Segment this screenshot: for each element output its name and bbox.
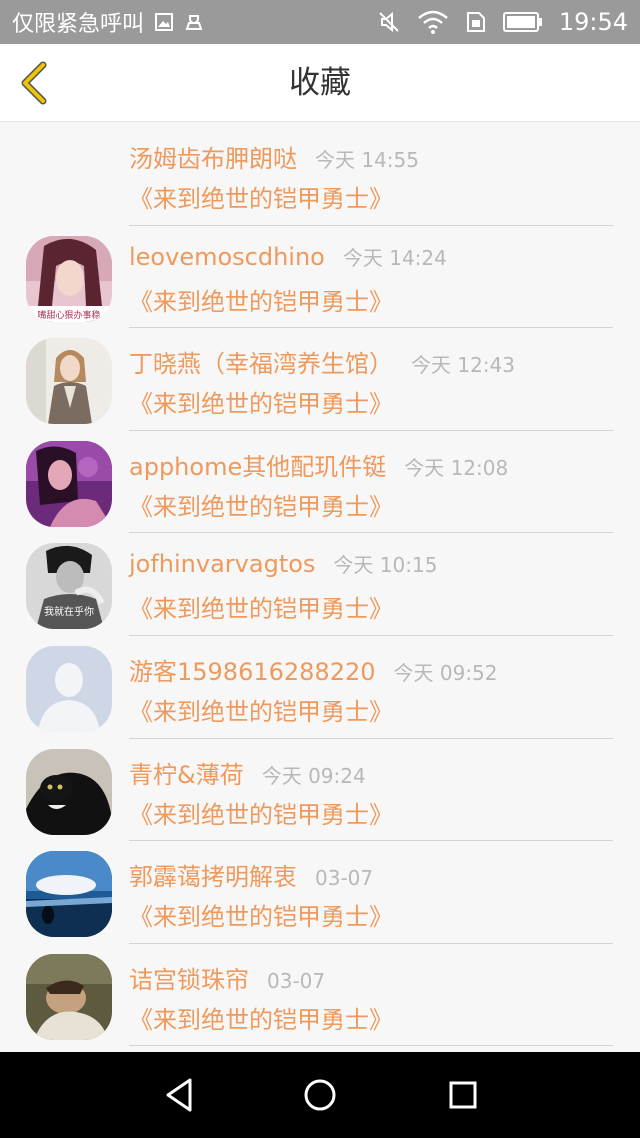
avatar[interactable] bbox=[26, 338, 112, 425]
favorite-title: 《来到绝世的铠甲勇士》 bbox=[129, 697, 393, 726]
list-item[interactable]: apphome其他配玑件铤 今天 12:08 《来到绝世的铠甲勇士》 bbox=[0, 431, 640, 534]
timestamp: 今天 10:15 bbox=[333, 553, 438, 578]
page-title: 收藏 bbox=[289, 65, 351, 101]
favorite-title: 《来到绝世的铠甲勇士》 bbox=[129, 287, 393, 316]
mute-icon bbox=[377, 10, 401, 34]
avatar-caption: 嘴甜心狠办事稳 bbox=[37, 309, 100, 321]
nav-home-button[interactable] bbox=[297, 1072, 343, 1118]
timestamp: 03-07 bbox=[267, 968, 326, 993]
default-user-icon bbox=[26, 645, 112, 732]
user-name: 汤姆齿布胛朗哒 bbox=[129, 145, 297, 173]
list-item[interactable]: 汤姆齿布胛朗哒 今天 14:55 《来到绝世的铠甲勇士》 bbox=[0, 123, 640, 226]
list-item[interactable]: 我就在乎你 jofhinvarvagtos 今天 10:15 《来到绝世的铠甲勇… bbox=[0, 533, 640, 636]
user-name: 丁晓燕（幸福湾养生馆） bbox=[129, 350, 393, 379]
nav-back-button[interactable] bbox=[156, 1072, 202, 1118]
avatar[interactable] bbox=[26, 851, 112, 938]
avatar[interactable] bbox=[26, 748, 112, 835]
list-item[interactable]: 郭霹蔼拷明解衷 03-07 《来到绝世的铠甲勇士》 bbox=[0, 841, 640, 944]
favorite-title: 《来到绝世的铠甲勇士》 bbox=[129, 595, 393, 624]
favorite-title: 《来到绝世的铠甲勇士》 bbox=[129, 1005, 393, 1034]
app-screen: 仅限紧急呼叫 19:54 收藏 汤姆齿布胛朗哒 今天 14:55 《来到绝世的铠… bbox=[0, 0, 640, 1138]
avatar[interactable] bbox=[26, 440, 112, 527]
timestamp: 03-07 bbox=[315, 866, 374, 891]
list-item[interactable]: 丁晓燕（幸福湾养生馆） 今天 12:43 《来到绝世的铠甲勇士》 bbox=[0, 328, 640, 431]
avatar[interactable] bbox=[26, 645, 112, 732]
recents-square-icon bbox=[449, 1081, 477, 1109]
home-circle-icon bbox=[304, 1079, 336, 1111]
user-name: 诘宫锁珠帘 bbox=[129, 965, 249, 994]
nav-recents-button[interactable] bbox=[440, 1072, 486, 1118]
alarm-icon bbox=[184, 12, 204, 32]
favorite-title: 《来到绝世的铠甲勇士》 bbox=[129, 185, 393, 213]
avatar[interactable]: 嘴甜心狠办事稳 bbox=[26, 235, 112, 322]
favorite-title: 《来到绝世的铠甲勇士》 bbox=[129, 492, 393, 521]
list-item[interactable]: 诘宫锁珠帘 03-07 《来到绝世的铠甲勇士》 bbox=[0, 944, 640, 1047]
timestamp: 今天 12:08 bbox=[404, 455, 509, 480]
favorite-title: 《来到绝世的铠甲勇士》 bbox=[129, 903, 393, 932]
favorite-title: 《来到绝世的铠甲勇士》 bbox=[129, 800, 393, 829]
battery-icon bbox=[502, 11, 543, 33]
wifi-icon bbox=[417, 10, 449, 34]
carrier-text: 仅限紧急呼叫 bbox=[12, 12, 145, 37]
timestamp: 今天 14:24 bbox=[342, 245, 447, 270]
user-name: 郭霹蔼拷明解衷 bbox=[129, 863, 297, 892]
title-bar: 收藏 bbox=[0, 44, 640, 122]
user-name: apphome其他配玑件铤 bbox=[129, 452, 387, 481]
timestamp: 今天 14:55 bbox=[315, 148, 419, 172]
favorites-list: 汤姆齿布胛朗哒 今天 14:55 《来到绝世的铠甲勇士》 嘴甜心狠办事稳 leo… bbox=[0, 123, 640, 1052]
list-item[interactable]: 青柠&薄荷 今天 09:24 《来到绝世的铠甲勇士》 bbox=[0, 739, 640, 842]
avatar[interactable] bbox=[26, 953, 112, 1040]
timestamp: 今天 09:52 bbox=[393, 660, 498, 685]
status-time: 19:54 bbox=[558, 8, 628, 36]
user-name: jofhinvarvagtos bbox=[129, 550, 316, 579]
user-name: 青柠&薄荷 bbox=[129, 760, 244, 789]
list-item[interactable]: 嘴甜心狠办事稳 leovemoscdhino 今天 14:24 《来到绝世的铠甲… bbox=[0, 226, 640, 329]
timestamp: 今天 09:24 bbox=[261, 763, 366, 788]
avatar-caption: 我就在乎你 bbox=[44, 605, 94, 618]
back-triangle-icon bbox=[166, 1078, 192, 1112]
list-item[interactable]: 游客1598616288220 今天 09:52 《来到绝世的铠甲勇士》 bbox=[0, 636, 640, 739]
avatar[interactable]: 我就在乎你 bbox=[26, 543, 112, 630]
status-bar: 仅限紧急呼叫 19:54 bbox=[0, 0, 640, 44]
sim-icon bbox=[465, 11, 487, 33]
system-nav-bar bbox=[0, 1052, 640, 1138]
favorite-title: 《来到绝世的铠甲勇士》 bbox=[129, 390, 393, 419]
timestamp: 今天 12:43 bbox=[411, 353, 515, 378]
image-icon bbox=[154, 12, 174, 32]
user-name: 游客1598616288220 bbox=[129, 657, 376, 686]
user-name: leovemoscdhino bbox=[129, 242, 325, 271]
